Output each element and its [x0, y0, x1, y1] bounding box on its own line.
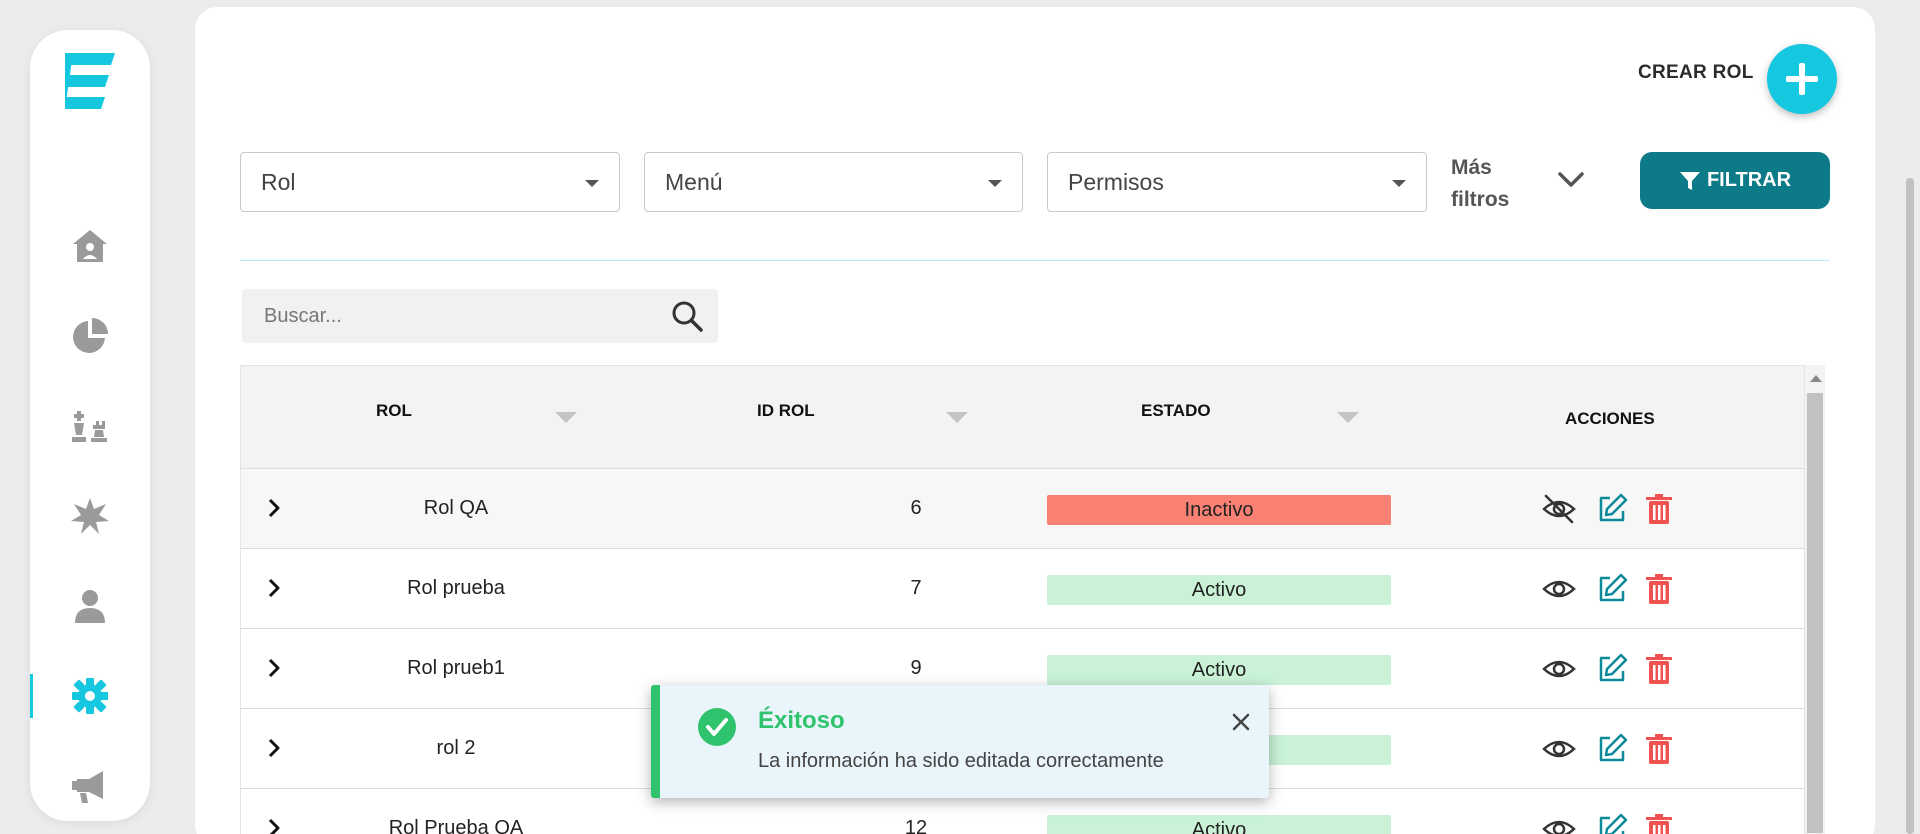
- edit-icon[interactable]: [1594, 571, 1630, 607]
- permisos-select-label: Permisos: [1068, 168, 1164, 195]
- cell-id-rol: 6: [910, 497, 922, 519]
- pie-chart-icon: [73, 318, 108, 353]
- more-filters-toggle[interactable]: Más filtros: [1451, 152, 1531, 216]
- trash-icon[interactable]: [1641, 491, 1677, 527]
- chevron-right-icon[interactable]: [263, 497, 285, 519]
- search-icon[interactable]: [670, 299, 704, 333]
- filter-button-label: FILTRAR: [1706, 169, 1792, 191]
- page-scrollbar-thumb[interactable]: [1906, 178, 1914, 834]
- divider: [240, 260, 1830, 261]
- status-badge: Activo: [1047, 655, 1391, 685]
- col-header-id-rol: ID ROL: [757, 401, 815, 420]
- caret-down-icon: [988, 180, 1002, 187]
- create-role-button[interactable]: [1767, 44, 1837, 114]
- more-filters-label-line1: Más: [1451, 156, 1492, 179]
- chevron-right-icon[interactable]: [263, 577, 285, 599]
- scroll-up-arrow-icon[interactable]: [1810, 375, 1822, 382]
- sidebar-item-home[interactable]: [30, 216, 150, 276]
- cell-rol: rol 2: [436, 737, 476, 759]
- rol-select[interactable]: Rol: [240, 152, 620, 212]
- trash-icon[interactable]: [1641, 731, 1677, 767]
- search-box: [242, 289, 718, 343]
- create-role-label: CREAR ROL: [1638, 62, 1754, 83]
- caret-down-icon: [1392, 180, 1406, 187]
- caret-down-icon: [585, 180, 599, 187]
- edit-icon[interactable]: [1594, 731, 1630, 767]
- chevron-right-icon[interactable]: [263, 817, 285, 834]
- check-circle-icon: [698, 708, 736, 746]
- eye-icon[interactable]: [1541, 731, 1577, 767]
- cell-rol: Rol Prueba QA: [388, 817, 524, 834]
- cell-rol: Rol prueb1: [407, 657, 505, 679]
- megaphone-icon: [72, 771, 103, 803]
- home-icon: [73, 230, 107, 262]
- eye-icon[interactable]: [1541, 651, 1577, 687]
- chevron-down-icon[interactable]: [1556, 168, 1586, 192]
- eye-off-icon[interactable]: [1541, 491, 1577, 527]
- app-logo[interactable]: [65, 53, 115, 121]
- cell-rol: Rol QA: [423, 497, 489, 519]
- filter-button[interactable]: FILTRAR: [1640, 152, 1830, 209]
- sidebar-item-strategy[interactable]: [30, 396, 150, 456]
- col-header-rol: ROL: [376, 401, 412, 420]
- user-icon: [75, 590, 105, 623]
- gear-icon: [72, 678, 108, 714]
- menu-select-label: Menú: [665, 168, 723, 195]
- table-scrollbar[interactable]: [1805, 365, 1825, 834]
- success-toast: Éxitoso La información ha sido editada c…: [651, 685, 1269, 798]
- sort-id-rol-icon[interactable]: [946, 412, 968, 423]
- toast-message: La información ha sido editada correctam…: [758, 750, 1164, 772]
- search-input[interactable]: [242, 289, 642, 343]
- funnel-icon: [1679, 171, 1700, 190]
- eye-icon[interactable]: [1541, 571, 1577, 607]
- edit-icon[interactable]: [1594, 811, 1630, 834]
- sidebar-item-dashboard[interactable]: [30, 306, 150, 366]
- col-header-estado: ESTADO: [1141, 401, 1211, 420]
- table-row: Rol prueba 7 Activo: [241, 548, 1804, 628]
- eye-icon[interactable]: [1541, 811, 1577, 834]
- edit-icon[interactable]: [1594, 491, 1630, 527]
- cell-id-rol: 12: [904, 817, 928, 834]
- edit-icon[interactable]: [1594, 651, 1630, 687]
- permisos-select[interactable]: Permisos: [1047, 152, 1427, 212]
- sidebar-item-users[interactable]: [30, 576, 150, 636]
- status-badge: Activo: [1047, 575, 1391, 605]
- status-badge: Activo: [1047, 815, 1391, 834]
- chevron-right-icon[interactable]: [263, 657, 285, 679]
- trash-icon[interactable]: [1641, 811, 1677, 834]
- cell-rol: Rol prueba: [407, 577, 505, 599]
- table-scroll-thumb[interactable]: [1807, 393, 1823, 833]
- table-header: ROL ID ROL ESTADO ACCIONES: [241, 366, 1804, 468]
- trash-icon[interactable]: [1641, 571, 1677, 607]
- cell-id-rol: 7: [910, 577, 922, 599]
- close-icon[interactable]: [1228, 709, 1254, 735]
- sidebar-item-incidents[interactable]: [30, 486, 150, 546]
- toast-title: Éxitoso: [758, 707, 845, 734]
- sort-rol-icon[interactable]: [555, 412, 577, 423]
- burst-icon: [71, 498, 109, 534]
- sidebar: [30, 30, 150, 821]
- menu-select[interactable]: Menú: [644, 152, 1023, 212]
- more-filters-label-line2: filtros: [1451, 188, 1510, 211]
- sidebar-item-settings[interactable]: [30, 666, 150, 726]
- plus-icon: [1786, 63, 1818, 95]
- chess-icon: [72, 411, 107, 442]
- col-header-acciones: ACCIONES: [1565, 409, 1655, 428]
- cell-id-rol: 9: [910, 657, 922, 679]
- status-badge: Inactivo: [1047, 495, 1391, 525]
- table-row: Rol QA 6 Inactivo: [241, 468, 1804, 548]
- rol-select-label: Rol: [261, 168, 296, 195]
- trash-icon[interactable]: [1641, 651, 1677, 687]
- sidebar-item-announcements[interactable]: [30, 756, 150, 816]
- chevron-right-icon[interactable]: [263, 737, 285, 759]
- sort-estado-icon[interactable]: [1337, 412, 1359, 423]
